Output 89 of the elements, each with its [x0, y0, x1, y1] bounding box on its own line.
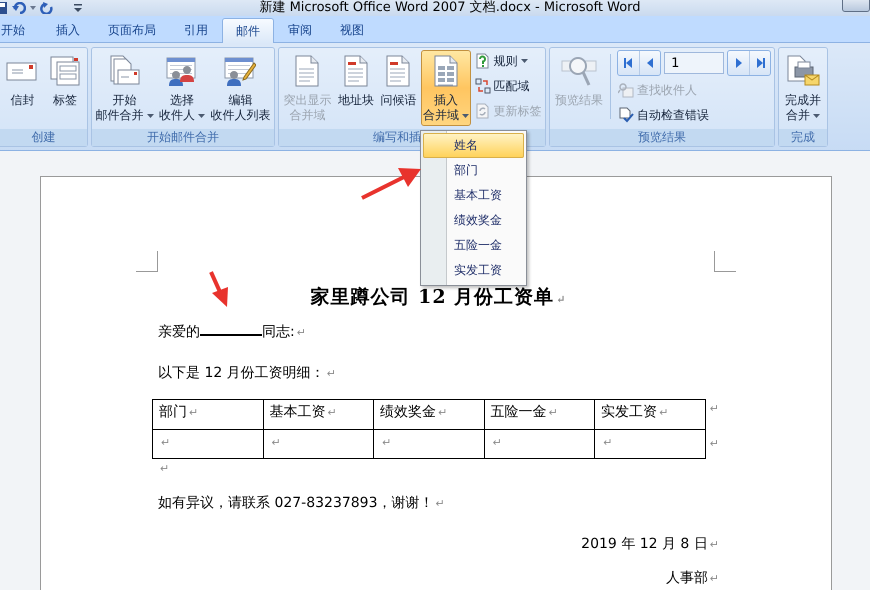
ribbon-tab[interactable]: 邮件: [222, 18, 274, 43]
ribbon-button[interactable]: 完成并 合并: [783, 50, 823, 126]
ribbon-button[interactable]: 问候语: [378, 50, 418, 126]
cell-mark: ↵: [382, 436, 392, 449]
ribbon-button[interactable]: 自动检查错误: [617, 104, 772, 126]
signature-text: 2019 年 12 月 8 日: [581, 535, 708, 554]
annotation-arrow: [361, 168, 421, 200]
cell-mark: ↵: [659, 406, 668, 419]
margin-mark: [136, 251, 158, 272]
caret-icon[interactable]: [30, 6, 36, 10]
menu-item[interactable]: 基本工资: [423, 183, 524, 208]
find-person-icon: [618, 82, 634, 98]
ribbon-button[interactable]: 标签: [46, 50, 83, 126]
ribbon-tab[interactable]: 插入: [42, 18, 94, 42]
document-icon: [294, 55, 320, 87]
paragraph-mark: ↵: [435, 496, 445, 512]
menu-item[interactable]: 五险一金: [423, 233, 524, 258]
document-grid-icon: [433, 55, 460, 87]
people-list-icon: [166, 55, 198, 87]
document-icon: [385, 55, 412, 87]
label-sheet-icon: [48, 55, 81, 87]
documents-envelope-icon: [108, 55, 141, 87]
magnifier-icon: [560, 55, 597, 87]
cell-mark: ↵: [161, 436, 170, 449]
document-icon: [342, 55, 369, 87]
printer-envelope-icon: [786, 55, 820, 87]
document-check-icon: [618, 107, 634, 123]
margin-mark: [714, 251, 736, 272]
refresh-document-icon: [474, 103, 491, 119]
customize-toolbar-icon[interactable]: [72, 3, 84, 13]
cell-mark: ↵: [603, 436, 612, 449]
paragraph-mark: ↵: [710, 537, 719, 553]
group-label: 预览结果: [550, 129, 774, 146]
ribbon-button[interactable]: 信封: [4, 50, 40, 126]
right-arrow-icon: [754, 57, 766, 69]
window-title: 新建 Microsoft Office Word 2007 文档.docx - Microsoft Word: [258, 0, 642, 16]
ribbon-tab[interactable]: 开始: [0, 18, 42, 42]
paragraph-mark: ↵: [710, 571, 719, 587]
save-icon[interactable]: [0, 2, 8, 14]
group-label: 完成: [779, 129, 827, 146]
paragraph-text: 如有异议，请联系 027-83237893，谢谢！: [158, 494, 434, 513]
ribbon-tab[interactable]: 审阅: [274, 18, 326, 42]
table-cell: 基本工资: [270, 404, 326, 420]
paragraph-mark: ↵: [326, 366, 336, 382]
table-cell: 实发工资: [601, 404, 658, 420]
cell-mark: ↵: [189, 406, 198, 419]
table-cell: 部门: [159, 404, 187, 420]
ribbon-button[interactable]: 选择 收件人: [156, 50, 207, 126]
table-cell: 绩效奖金: [380, 404, 436, 420]
cell-mark: ↵: [548, 406, 558, 419]
cell-mark: ↵: [328, 406, 337, 419]
left-arrow-icon: [622, 57, 635, 69]
undo-icon[interactable]: [12, 2, 26, 14]
menu-item[interactable]: 绩效奖金: [423, 208, 524, 233]
row-end-mark: ↵: [710, 436, 719, 452]
menu-item[interactable]: 实发工资: [423, 258, 524, 283]
annotation-arrow: [209, 271, 228, 307]
paragraph-mark: ↵: [160, 461, 170, 477]
cell-mark: ↵: [438, 406, 448, 419]
ribbon-button[interactable]: 插入 合并域: [421, 50, 472, 126]
ribbon-button[interactable]: 规则: [474, 50, 543, 72]
table-cell: 五险一金: [490, 404, 547, 420]
row-end-mark: ↵: [710, 401, 719, 417]
menu-item[interactable]: 部门: [423, 158, 524, 183]
paragraph-mark: ↵: [556, 292, 566, 308]
people-pencil-icon: [224, 55, 256, 87]
cell-mark: ↵: [492, 436, 502, 449]
signature-text: 人事部: [666, 569, 708, 587]
redo-icon[interactable]: [40, 2, 54, 14]
ribbon-tab[interactable]: 视图: [326, 18, 378, 42]
greeting-text: 同志:: [262, 323, 295, 342]
ribbon-button[interactable]: 地址块: [336, 50, 376, 126]
ribbon-tab[interactable]: 页面布局: [94, 18, 170, 42]
paragraph-mark: ↵: [296, 325, 306, 341]
match-fields-icon: [474, 78, 491, 94]
group-label: 创建: [0, 129, 87, 146]
ribbon-tab[interactable]: 引用: [170, 18, 222, 42]
paragraph-text: 以下是 12 月份工资明细：: [158, 364, 325, 383]
greeting-text: 亲爱的: [158, 323, 200, 342]
ribbon-button[interactable]: 编辑 收件人列表: [208, 50, 272, 126]
record-field[interactable]: 1: [664, 52, 724, 74]
cell-mark: ↵: [272, 436, 281, 449]
question-document-icon: [474, 53, 491, 69]
ribbon-button[interactable]: 匹配域: [474, 75, 543, 97]
document-title: 家里蹲公司 12 月份工资单: [310, 285, 554, 310]
ribbon-button[interactable]: 开始 邮件合并: [94, 50, 156, 126]
menu-item[interactable]: 姓名: [423, 133, 524, 158]
group-label: 开始邮件合并: [92, 129, 274, 146]
minimize-button[interactable]: [842, 0, 870, 12]
